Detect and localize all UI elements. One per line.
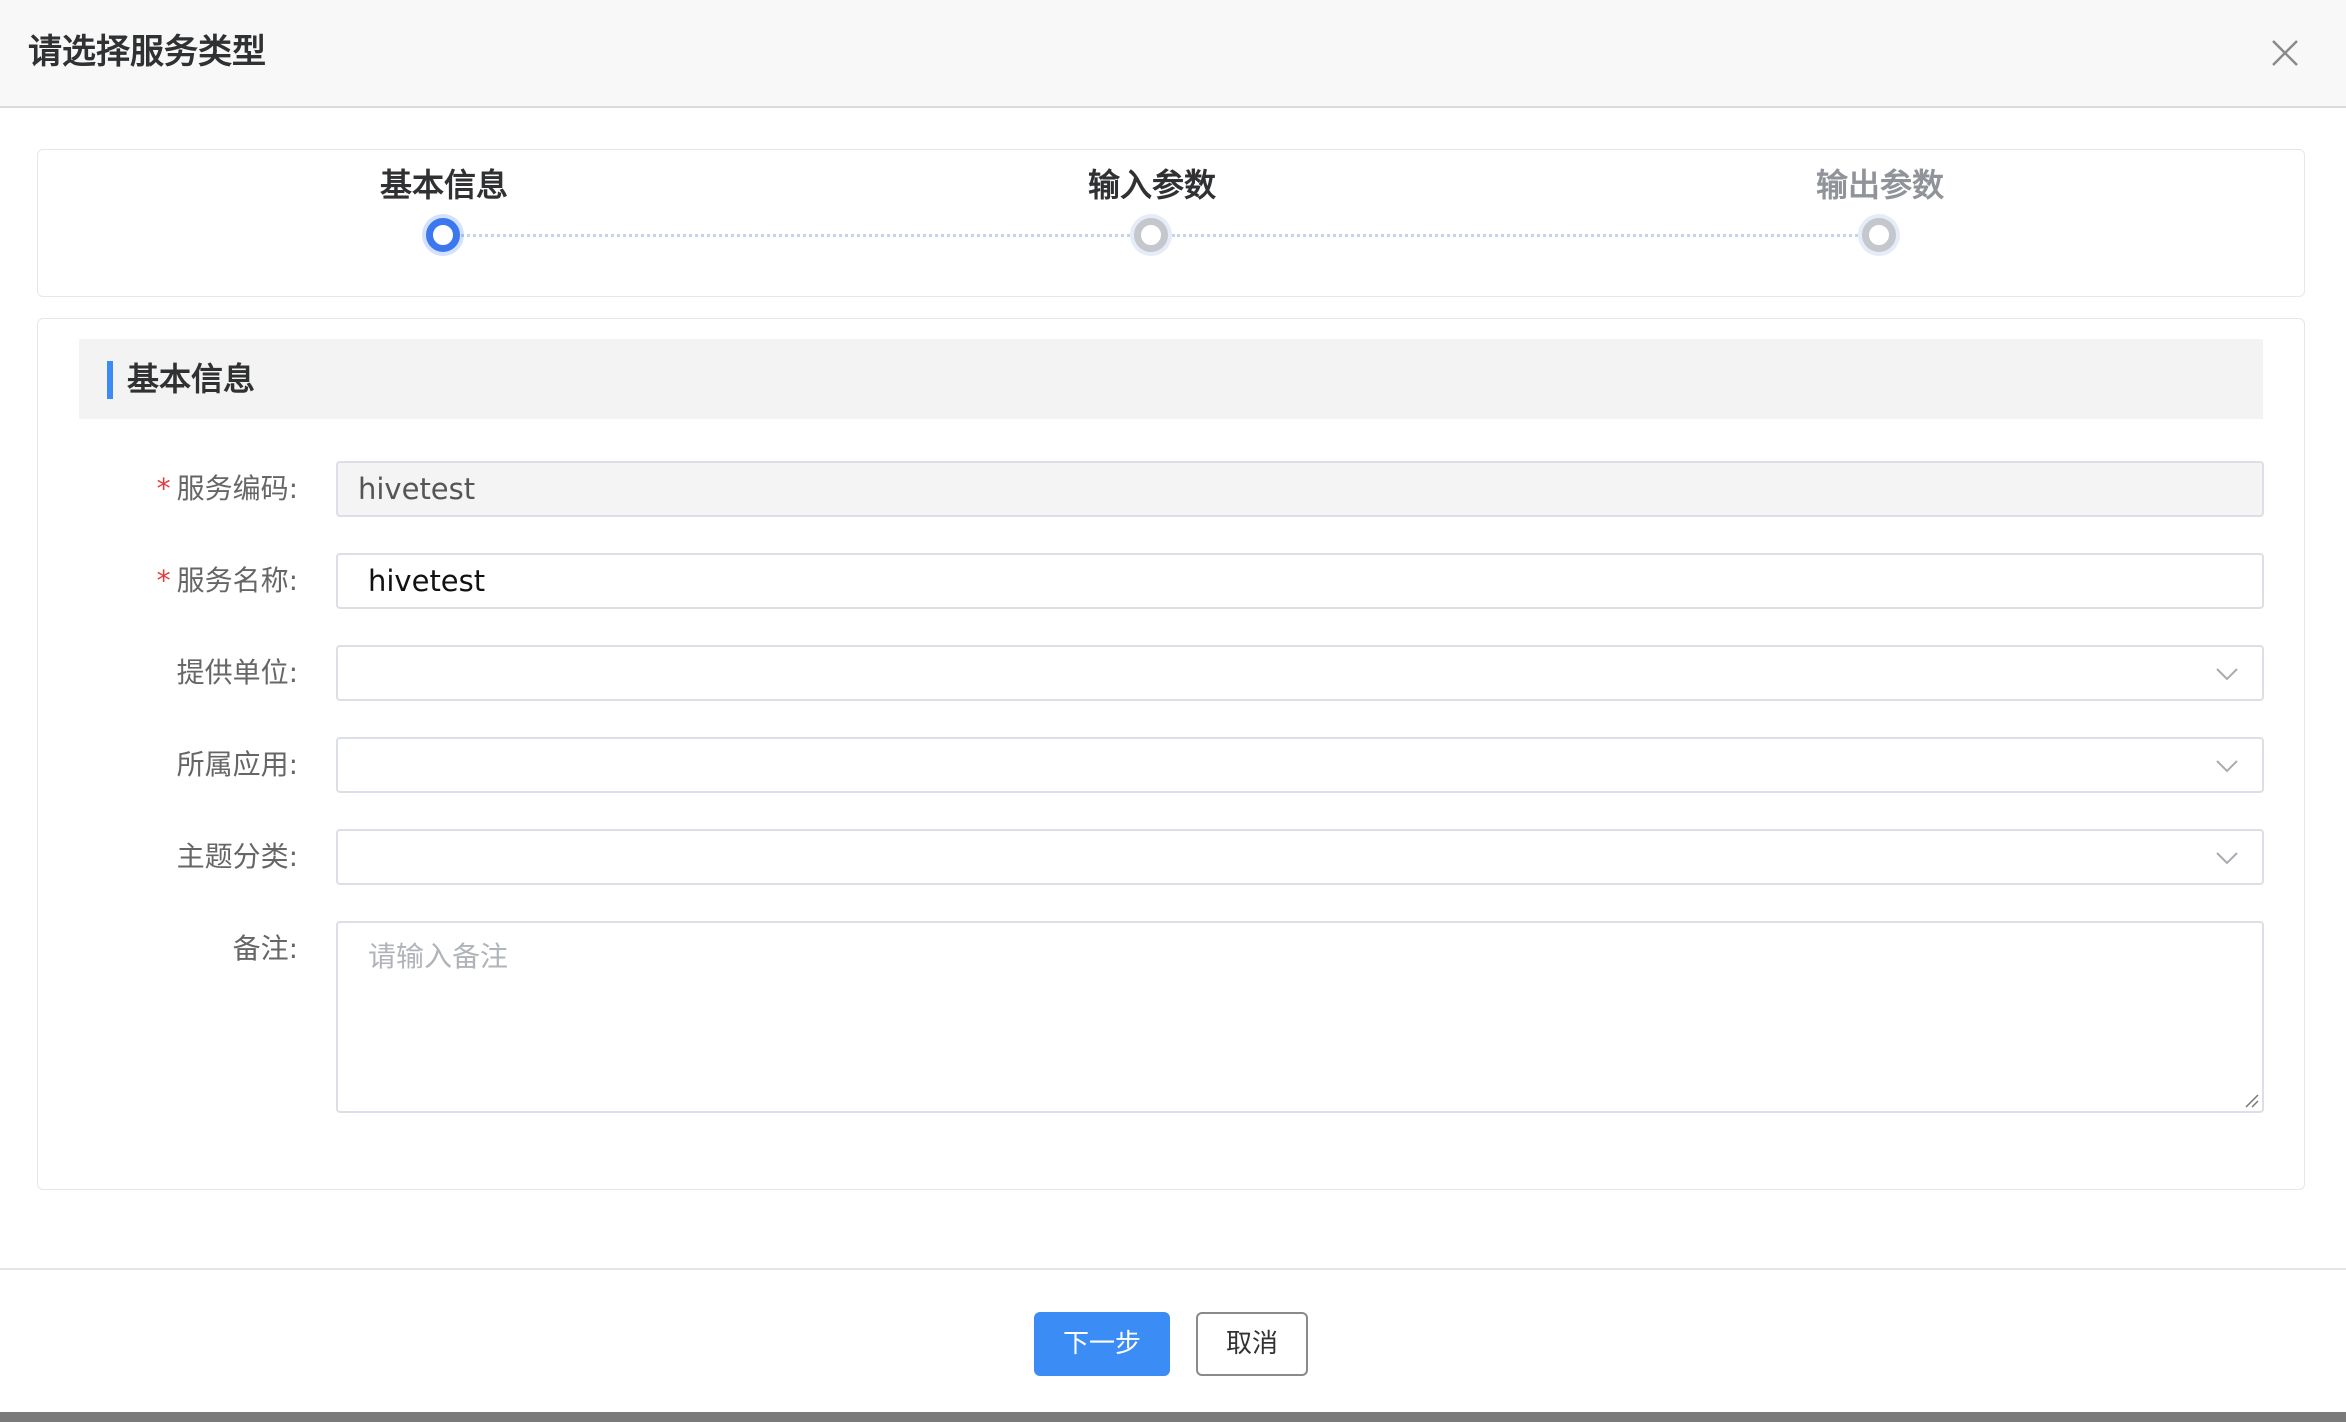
topic-select[interactable]	[336, 829, 2264, 885]
next-step-button[interactable]: 下一步	[1034, 1312, 1170, 1376]
steps-panel: 基本信息 输入参数 输出参数	[37, 149, 2305, 297]
service-code-label-text: 服务编码:	[176, 472, 298, 505]
step-dot	[1134, 218, 1168, 252]
dialog-footer: 下一步 取消	[0, 1268, 2346, 1412]
service-code-label: * 服务编码:	[38, 467, 298, 511]
section-title: 基本信息	[127, 360, 256, 398]
step-output-params[interactable]: 输出参数	[1750, 150, 2010, 290]
window-bottom-edge	[0, 1412, 2346, 1422]
section-header: 基本信息	[79, 339, 2263, 419]
chevron-down-icon	[2216, 668, 2238, 681]
resize-handle-icon[interactable]	[2242, 1091, 2260, 1109]
step-label: 输出参数	[1815, 166, 1944, 204]
step-label: 基本信息	[379, 166, 508, 204]
required-mark: *	[156, 564, 171, 597]
remark-textarea[interactable]: 请输入备注	[336, 921, 2264, 1113]
step-input-params[interactable]: 输入参数	[1022, 150, 1282, 290]
form-panel: 基本信息 * 服务编码: hivetest * 服务名称: hivetest 提供单…	[37, 318, 2305, 1190]
chevron-down-icon	[2216, 760, 2238, 773]
remark-label: 备注:	[232, 932, 298, 965]
step-dot-active	[426, 218, 460, 252]
section-accent-bar	[107, 361, 113, 399]
close-icon	[2272, 40, 2298, 66]
service-name-label-text: 服务名称:	[176, 564, 298, 597]
provider-select[interactable]	[336, 645, 2264, 701]
application-select[interactable]	[336, 737, 2264, 793]
topic-label: 主题分类:	[176, 840, 298, 873]
step-dot	[1862, 218, 1896, 252]
application-label: 所属应用:	[176, 748, 298, 781]
service-name-label: * 服务名称:	[38, 559, 298, 603]
close-button[interactable]	[2264, 32, 2306, 74]
provider-label: 提供单位:	[176, 656, 298, 689]
step-label: 输入参数	[1087, 166, 1216, 204]
dialog-header: 请选择服务类型	[0, 0, 2346, 108]
remark-placeholder: 请输入备注	[368, 940, 509, 973]
service-code-input[interactable]: hivetest	[336, 461, 2264, 517]
service-name-input[interactable]: hivetest	[336, 553, 2264, 609]
step-basic-info[interactable]: 基本信息	[314, 150, 574, 290]
required-mark: *	[156, 472, 171, 505]
cancel-button[interactable]: 取消	[1196, 1312, 1308, 1376]
chevron-down-icon	[2216, 852, 2238, 865]
dialog-title: 请选择服务类型	[28, 32, 266, 72]
service-type-dialog: 请选择服务类型 基本信息 输入参数 输出参数 基本信息 * 服务编码: hive…	[0, 0, 2346, 1412]
